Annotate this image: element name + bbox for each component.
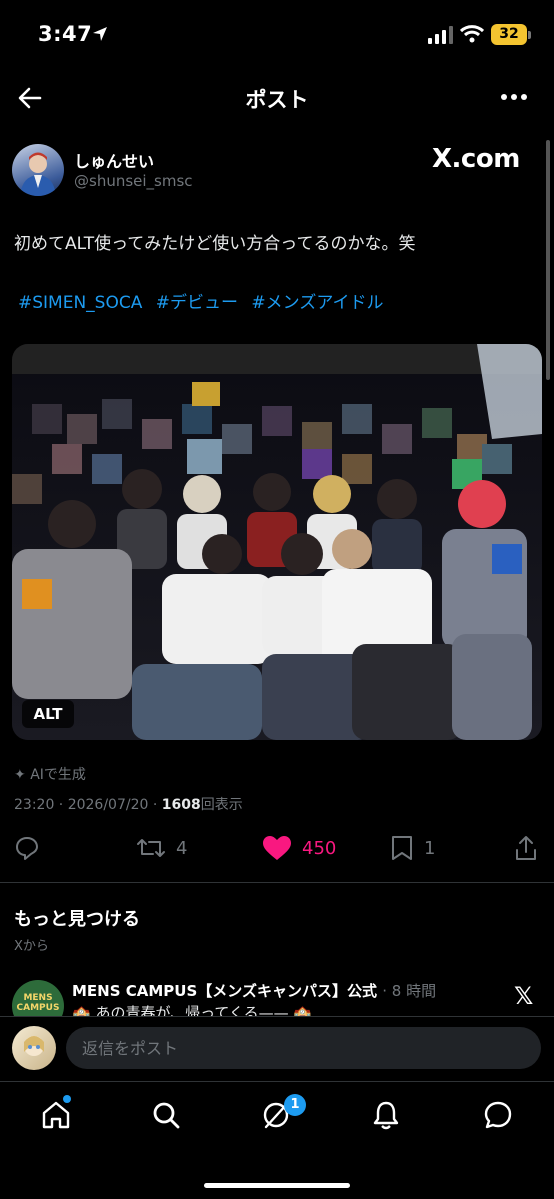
hashtag-link[interactable]: #SIMEN_SOCA [18, 293, 142, 313]
alt-text-badge[interactable]: ALT [22, 700, 74, 728]
suggestion-avatar-text: MENS CAMPUS [16, 993, 60, 1013]
bell-icon [373, 1101, 399, 1130]
post-meta: 23:20 · 2026/07/20 · 1608回表示 [14, 794, 243, 814]
share-button[interactable] [514, 834, 538, 862]
post-photo[interactable] [12, 344, 542, 740]
author-avatar[interactable] [12, 144, 64, 196]
x-logo-icon: 𝕏 [514, 982, 534, 1010]
wifi-icon [460, 25, 484, 43]
suggestion-name-text: MENS CAMPUS【メンズキャンパス】公式 [72, 982, 377, 1000]
message-bubble-icon [484, 1101, 512, 1129]
reply-input[interactable] [66, 1027, 541, 1069]
battery-indicator: 32 [491, 24, 527, 45]
nav-notifications[interactable] [368, 1097, 404, 1133]
nav-messages[interactable] [480, 1097, 516, 1133]
xcom-logo: X.com [432, 144, 520, 174]
home-icon [42, 1101, 70, 1129]
like-count: 450 [302, 837, 337, 859]
page-title: ポスト [245, 88, 309, 112]
hashtag-list: #SIMEN_SOCA #デビュー #メンズアイドル [18, 288, 391, 313]
author-handle[interactable]: @shunsei_smsc [74, 172, 193, 190]
divider [0, 882, 554, 883]
more-options-icon[interactable] [500, 90, 528, 104]
cellular-signal-icon [428, 26, 453, 44]
repost-icon [137, 839, 165, 857]
current-user-avatar[interactable] [12, 1026, 56, 1070]
scrollbar[interactable] [546, 140, 550, 380]
search-icon [153, 1102, 180, 1129]
home-notification-dot [63, 1095, 71, 1103]
repost-button[interactable]: 4 [136, 834, 187, 862]
repost-count: 4 [176, 837, 188, 859]
hashtag-link[interactable]: #メンズアイドル [251, 293, 383, 313]
location-arrow-icon [93, 27, 107, 41]
status-time: 3:47 [38, 22, 93, 46]
ai-label-text: AIで生成 [30, 767, 86, 783]
view-count: 1608 [161, 797, 201, 813]
bookmark-icon [392, 836, 412, 860]
suggestion-account-name[interactable]: MENS CAMPUS【メンズキャンパス】公式 · 8 時間 [72, 980, 436, 1001]
share-icon [516, 836, 536, 860]
reply-button[interactable] [14, 834, 40, 862]
home-indicator [204, 1183, 350, 1188]
bookmark-button[interactable]: 1 [390, 834, 435, 862]
heart-filled-icon [263, 836, 291, 860]
sparkle-icon: ✦ [14, 767, 31, 783]
discover-heading: もっと見つける [14, 909, 140, 930]
ai-generated-label: ✦ AIで生成 [14, 764, 86, 784]
author-display-name[interactable]: しゅんせい [74, 148, 154, 172]
discover-subheading: Xから [14, 939, 49, 954]
bookmark-count: 1 [424, 837, 436, 859]
like-button[interactable]: 450 [262, 834, 336, 862]
post-text: 初めてALT使ってみたけど使い方合ってるのかな。笑 [14, 234, 416, 254]
reply-icon [16, 837, 38, 860]
suggestion-time: · 8 時間 [382, 982, 437, 1000]
post-timestamp[interactable]: 23:20 · 2026/07/20 · [14, 797, 162, 813]
view-label: 回表示 [200, 797, 243, 813]
battery-tip [528, 31, 531, 39]
grok-badge-count: 1 [284, 1094, 306, 1116]
nav-search[interactable] [148, 1097, 184, 1133]
hashtag-link[interactable]: #デビュー [156, 293, 238, 313]
